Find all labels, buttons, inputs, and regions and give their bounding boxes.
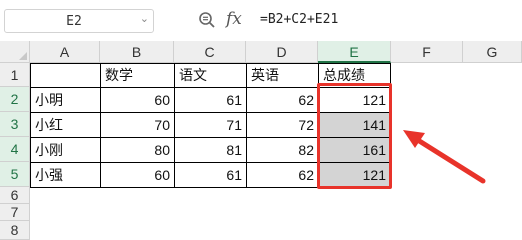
formula-input[interactable]: =B2+C2+E21: [260, 12, 338, 27]
row-header-4[interactable]: 4: [0, 137, 30, 162]
cell-b2[interactable]: 60: [100, 87, 175, 113]
cell-a1[interactable]: [30, 63, 101, 88]
name-box-value: E2: [66, 14, 82, 29]
cell-c4[interactable]: 81: [174, 137, 247, 163]
cell-d3[interactable]: 72: [246, 112, 319, 138]
cell-b3[interactable]: 70: [100, 112, 175, 138]
cell-c2[interactable]: 61: [174, 87, 247, 113]
column-header-a[interactable]: A: [30, 41, 100, 63]
annotation-arrow-icon: [403, 130, 486, 184]
row-header-6[interactable]: 6: [0, 187, 30, 204]
fx-label[interactable]: fx: [226, 9, 242, 29]
zoom-formula-icon[interactable]: [198, 11, 216, 29]
cell-c3[interactable]: 71: [174, 112, 247, 138]
column-header-e[interactable]: E: [318, 41, 391, 63]
dropdown-chevron-icon[interactable]: ⌄: [140, 12, 149, 25]
column-header-b[interactable]: B: [100, 41, 174, 63]
column-header-g[interactable]: G: [463, 41, 522, 63]
cell-b5[interactable]: 60: [100, 162, 175, 188]
cell-c5[interactable]: 61: [174, 162, 247, 188]
formula-bar: E2 ⌄ fx =B2+C2+E21: [0, 0, 522, 42]
row-header-1[interactable]: 1: [0, 63, 30, 87]
column-header-f[interactable]: F: [391, 41, 463, 63]
cell-d1[interactable]: 英语: [246, 63, 319, 88]
row-header-5[interactable]: 5: [0, 162, 30, 187]
select-all-corner[interactable]: [0, 41, 30, 63]
cell-a5[interactable]: 小强: [30, 162, 101, 188]
cell-b1[interactable]: 数学: [100, 63, 175, 88]
row-header-3[interactable]: 3: [0, 112, 30, 137]
row-header-7[interactable]: 7: [0, 204, 30, 221]
cell-a4[interactable]: 小刚: [30, 137, 101, 163]
cell-b4[interactable]: 80: [100, 137, 175, 163]
column-header-d[interactable]: D: [246, 41, 318, 63]
cell-a3[interactable]: 小红: [30, 112, 101, 138]
row-header-2[interactable]: 2: [0, 87, 30, 112]
cell-d2[interactable]: 62: [246, 87, 319, 113]
name-box[interactable]: E2 ⌄: [4, 9, 154, 33]
row-header-8[interactable]: 8: [0, 221, 30, 240]
highlight-box: [317, 83, 392, 189]
column-header-c[interactable]: C: [174, 41, 246, 63]
cell-d4[interactable]: 82: [246, 137, 319, 163]
cell-a2[interactable]: 小明: [30, 87, 101, 113]
cell-d5[interactable]: 62: [246, 162, 319, 188]
cell-c1[interactable]: 语文: [174, 63, 247, 88]
